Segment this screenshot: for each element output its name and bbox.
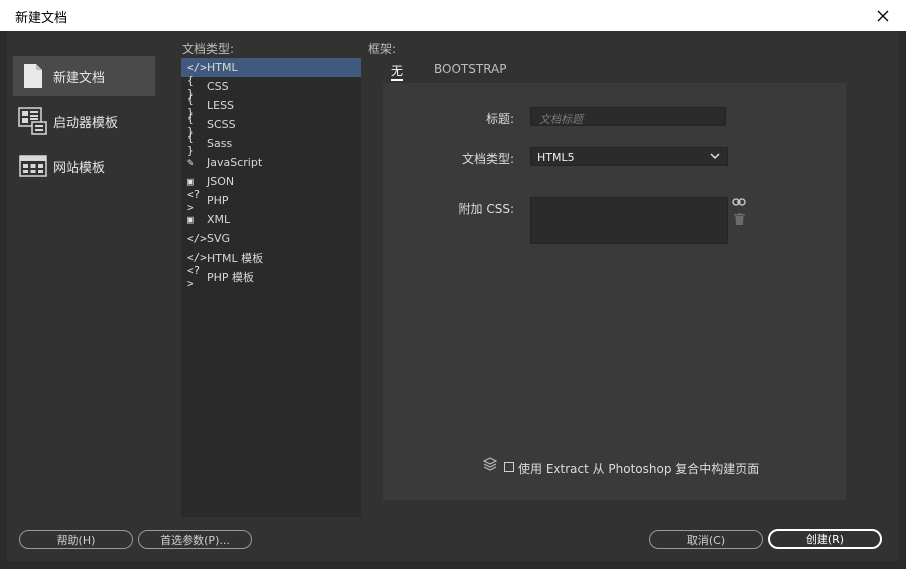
code-icon: </> bbox=[187, 251, 207, 264]
category-starter-templates[interactable]: 启动器模板 bbox=[13, 101, 155, 141]
doc-type-label: PHP bbox=[207, 194, 229, 207]
doc-type-label: SCSS bbox=[207, 118, 236, 131]
window-title: 新建文档 bbox=[15, 11, 68, 26]
css-label: 附加 CSS: bbox=[458, 202, 514, 216]
title-label: 标题: bbox=[485, 112, 514, 126]
doc-type-sass[interactable]: { } Sass bbox=[181, 131, 361, 157]
doc-type-list: </> HTML { } CSS { } LESS { } SCSS { } S… bbox=[181, 58, 361, 517]
script-icon: ✎ bbox=[187, 156, 194, 169]
doctype-label: 文档类型: bbox=[461, 152, 514, 166]
title-bar: 新建文档 bbox=[0, 0, 906, 31]
cancel-button[interactable]: 取消(C) bbox=[649, 530, 763, 549]
title-placeholder: 文档标题 bbox=[539, 113, 583, 126]
trash-icon[interactable] bbox=[734, 213, 745, 225]
category-new-document[interactable]: 新建文档 bbox=[13, 56, 155, 96]
doc-type-label: CSS bbox=[207, 80, 229, 93]
doctype-value: HTML5 bbox=[537, 151, 575, 164]
doc-type-json[interactable]: ▣ JSON bbox=[181, 172, 361, 191]
framework-panel bbox=[383, 83, 846, 500]
doc-type-less[interactable]: { } LESS bbox=[181, 93, 361, 119]
doctype-select[interactable]: HTML5 bbox=[530, 147, 728, 166]
braces-icon: { } bbox=[187, 130, 194, 157]
framework-header: 框架: bbox=[368, 42, 397, 56]
close-button[interactable] bbox=[860, 0, 906, 31]
doc-type-label: JavaScript bbox=[207, 156, 263, 169]
starter-templates-icon bbox=[13, 101, 53, 141]
active-tab-indicator bbox=[391, 79, 403, 81]
category-site-templates[interactable]: 网站模板 bbox=[13, 146, 155, 186]
extract-icon bbox=[483, 457, 497, 471]
preferences-button[interactable]: 首选参数(P)... bbox=[138, 530, 252, 549]
tab-bootstrap[interactable]: BOOTSTRAP bbox=[434, 62, 507, 76]
code-icon: </> bbox=[187, 232, 207, 245]
css-list[interactable] bbox=[530, 197, 728, 244]
doc-type-scss[interactable]: { } SCSS bbox=[181, 112, 361, 138]
tab-none[interactable]: 无 bbox=[391, 62, 403, 79]
xml-icon: ▣ bbox=[187, 213, 194, 226]
doc-type-label: HTML 模板 bbox=[207, 251, 264, 265]
doc-type-svg[interactable]: </> SVG bbox=[181, 229, 361, 248]
php-icon: <?> bbox=[187, 263, 201, 290]
close-icon bbox=[877, 10, 889, 21]
help-button[interactable]: 帮助(H) bbox=[19, 530, 133, 549]
doc-types-header: 文档类型: bbox=[182, 42, 235, 56]
site-templates-icon bbox=[13, 146, 53, 186]
doc-type-html[interactable]: </> HTML bbox=[181, 58, 361, 77]
doc-type-html-template[interactable]: </> HTML 模板 bbox=[181, 248, 361, 267]
code-icon: </> bbox=[187, 61, 207, 74]
doc-type-label: HTML bbox=[207, 61, 238, 74]
doc-type-label: LESS bbox=[207, 99, 235, 112]
extract-checkbox[interactable] bbox=[504, 462, 514, 472]
doc-type-label: SVG bbox=[207, 232, 231, 245]
doc-type-label: XML bbox=[207, 213, 231, 226]
link-icon[interactable] bbox=[732, 197, 746, 207]
doc-type-php-template[interactable]: <?> PHP 模板 bbox=[181, 264, 361, 290]
extract-label: 使用 Extract 从 Photoshop 复合中构建页面 bbox=[518, 462, 760, 476]
doc-type-javascript[interactable]: ✎ JavaScript bbox=[181, 153, 361, 172]
create-button[interactable]: 创建(R) bbox=[768, 529, 882, 549]
category-label: 启动器模板 bbox=[53, 115, 119, 131]
doc-type-xml[interactable]: ▣ XML bbox=[181, 210, 361, 229]
category-label: 网站模板 bbox=[53, 160, 106, 176]
document-icon bbox=[13, 56, 53, 96]
doc-type-php[interactable]: <?> PHP bbox=[181, 188, 361, 214]
doc-type-label: Sass bbox=[207, 137, 233, 150]
doc-type-label: PHP 模板 bbox=[207, 270, 255, 284]
doc-type-label: JSON bbox=[207, 175, 235, 188]
php-icon: <?> bbox=[187, 187, 201, 214]
chevron-down-icon bbox=[710, 153, 720, 160]
doc-type-css[interactable]: { } CSS bbox=[181, 74, 361, 100]
category-label: 新建文档 bbox=[53, 70, 106, 86]
title-input[interactable]: 文档标题 bbox=[530, 107, 726, 126]
json-icon: ▣ bbox=[187, 175, 194, 188]
